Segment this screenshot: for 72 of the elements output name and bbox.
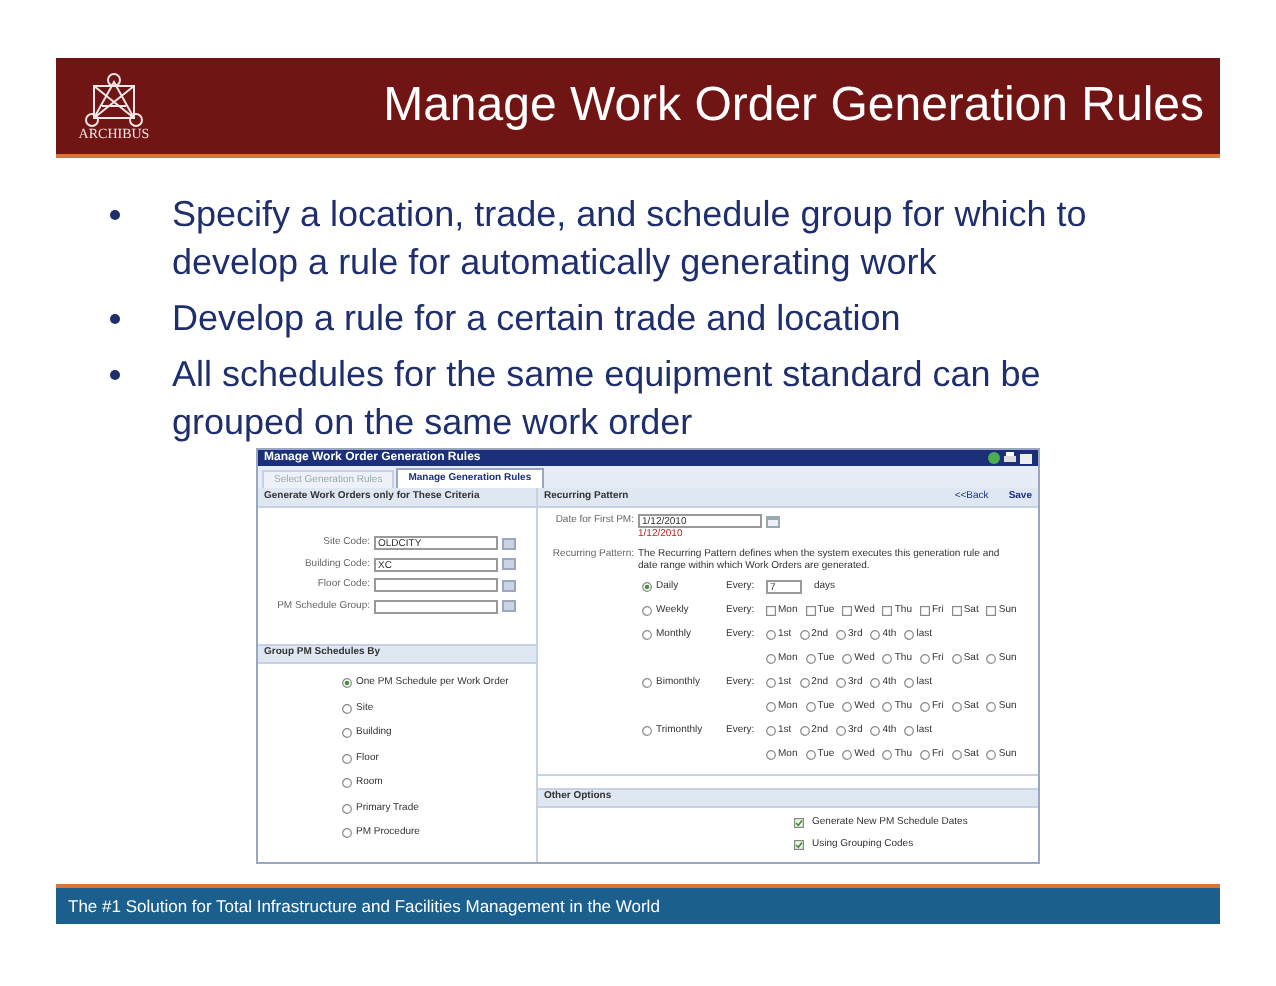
radio-button[interactable] [986, 702, 997, 712]
bullet-text: Develop a rule for a certain trade and location [172, 296, 901, 342]
radio-button[interactable] [986, 654, 997, 664]
radio-button[interactable] [920, 654, 930, 664]
footer-bar: The #1 Solution for Total Infrastructure and Facilities Management in the World [56, 884, 1220, 924]
checkbox[interactable] [766, 606, 776, 616]
radio-button[interactable] [870, 630, 881, 640]
radio-button[interactable] [642, 606, 652, 616]
radio-button[interactable] [836, 630, 847, 640]
mail-icon[interactable] [1020, 453, 1032, 463]
radio-button[interactable] [342, 828, 352, 839]
checkbox[interactable] [842, 606, 853, 616]
radio-button[interactable] [842, 654, 853, 664]
bullet-icon [110, 314, 120, 324]
radio-button[interactable] [882, 702, 893, 712]
bullet-icon [110, 370, 120, 380]
radio-button[interactable] [642, 726, 652, 736]
radio-button[interactable] [805, 750, 816, 760]
radio-button[interactable] [870, 726, 881, 736]
radio-button[interactable] [342, 678, 352, 689]
print-icon[interactable] [1004, 452, 1016, 464]
bullet-text: Specify a location, trade, and schedule group for which to develop a rule for automatically generating work [172, 192, 1089, 286]
radio-button[interactable] [766, 654, 776, 664]
logo-icon [84, 71, 144, 127]
radio-button[interactable] [799, 678, 810, 688]
radio-button[interactable] [766, 750, 776, 760]
radio-button[interactable] [986, 750, 997, 760]
radio-button[interactable] [951, 750, 962, 760]
checkbox[interactable] [882, 606, 893, 616]
radio-button[interactable] [842, 750, 853, 760]
radio-button[interactable] [904, 726, 915, 736]
radio-button[interactable] [904, 678, 915, 688]
radio-button[interactable] [766, 726, 776, 736]
radio-button[interactable] [766, 630, 776, 640]
checkbox[interactable] [794, 840, 804, 851]
radio-button[interactable] [904, 630, 915, 640]
radio-button[interactable] [642, 630, 652, 640]
radio-button[interactable] [342, 778, 352, 789]
input-field[interactable] [374, 599, 498, 614]
radio-button[interactable] [805, 702, 816, 712]
radio-button[interactable] [799, 726, 810, 736]
add-icon[interactable] [988, 452, 1000, 464]
radio-button[interactable] [766, 678, 776, 688]
radio-button[interactable] [342, 703, 352, 714]
radio-button[interactable] [805, 654, 816, 664]
input-field[interactable] [374, 578, 498, 593]
radio-button[interactable] [836, 678, 847, 688]
bullet-text: All schedules for the same equipment standard can be grouped on the same work order [172, 352, 1043, 446]
radio-button[interactable] [766, 702, 776, 712]
radio-button[interactable] [951, 654, 962, 664]
radio-button[interactable] [342, 728, 352, 739]
radio-button[interactable] [842, 702, 853, 712]
bullet-icon [110, 210, 120, 220]
checkbox[interactable] [986, 606, 997, 616]
calendar-icon[interactable] [766, 515, 780, 527]
slide-title: Manage Work Order Generation Rules [383, 76, 1204, 136]
radio-button[interactable] [882, 750, 893, 760]
radio-button[interactable] [342, 803, 352, 814]
checkbox[interactable] [805, 606, 816, 616]
radio-button[interactable] [799, 630, 810, 640]
checkbox[interactable] [951, 606, 962, 616]
checkbox[interactable] [794, 817, 804, 828]
radio-button[interactable] [951, 702, 962, 712]
radio-button[interactable] [642, 582, 652, 592]
radio-button[interactable] [920, 750, 930, 760]
radio-button[interactable] [882, 654, 893, 664]
checkbox[interactable] [920, 606, 930, 616]
radio-button[interactable] [836, 726, 847, 736]
radio-button[interactable] [870, 678, 881, 688]
radio-button[interactable] [642, 678, 652, 688]
radio-button[interactable] [920, 702, 930, 712]
radio-button[interactable] [342, 753, 352, 764]
